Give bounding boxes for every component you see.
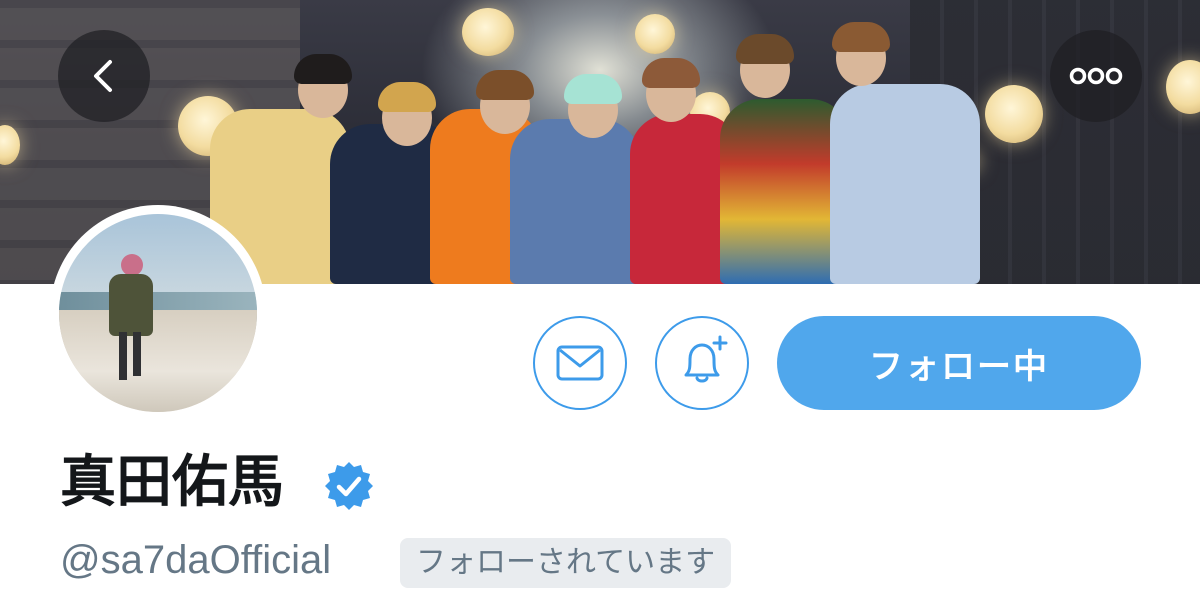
banner-person-head	[564, 74, 622, 138]
banner-person-head	[294, 54, 352, 118]
profile-handle: @sa7daOfficial	[60, 538, 332, 582]
banner-person-head	[642, 58, 700, 122]
profile-avatar[interactable]	[50, 205, 266, 421]
notifications-button[interactable]	[655, 316, 749, 410]
banner-person-head	[736, 34, 794, 98]
banner-person	[510, 119, 640, 284]
verified-badge-icon	[325, 462, 373, 510]
lantern-decoration	[462, 8, 514, 56]
banner-person-head	[832, 22, 890, 86]
banner-person	[830, 84, 980, 284]
back-button[interactable]	[58, 30, 150, 122]
display-name: 真田佑馬	[60, 450, 284, 515]
bell-plus-icon	[684, 335, 728, 383]
more-dots-icon	[1069, 67, 1123, 85]
lantern-decoration	[635, 14, 675, 54]
banner-person-head	[476, 70, 534, 134]
more-options-button[interactable]	[1050, 30, 1142, 122]
following-button[interactable]: フォロー中	[777, 316, 1141, 410]
lantern-decoration	[985, 85, 1043, 143]
follows-you-badge: フォローされています	[400, 538, 732, 588]
message-button[interactable]	[533, 316, 627, 410]
avatar-photo	[59, 214, 257, 412]
chevron-left-icon	[94, 60, 112, 92]
banner-person-head	[378, 82, 436, 146]
envelope-icon	[556, 345, 604, 381]
